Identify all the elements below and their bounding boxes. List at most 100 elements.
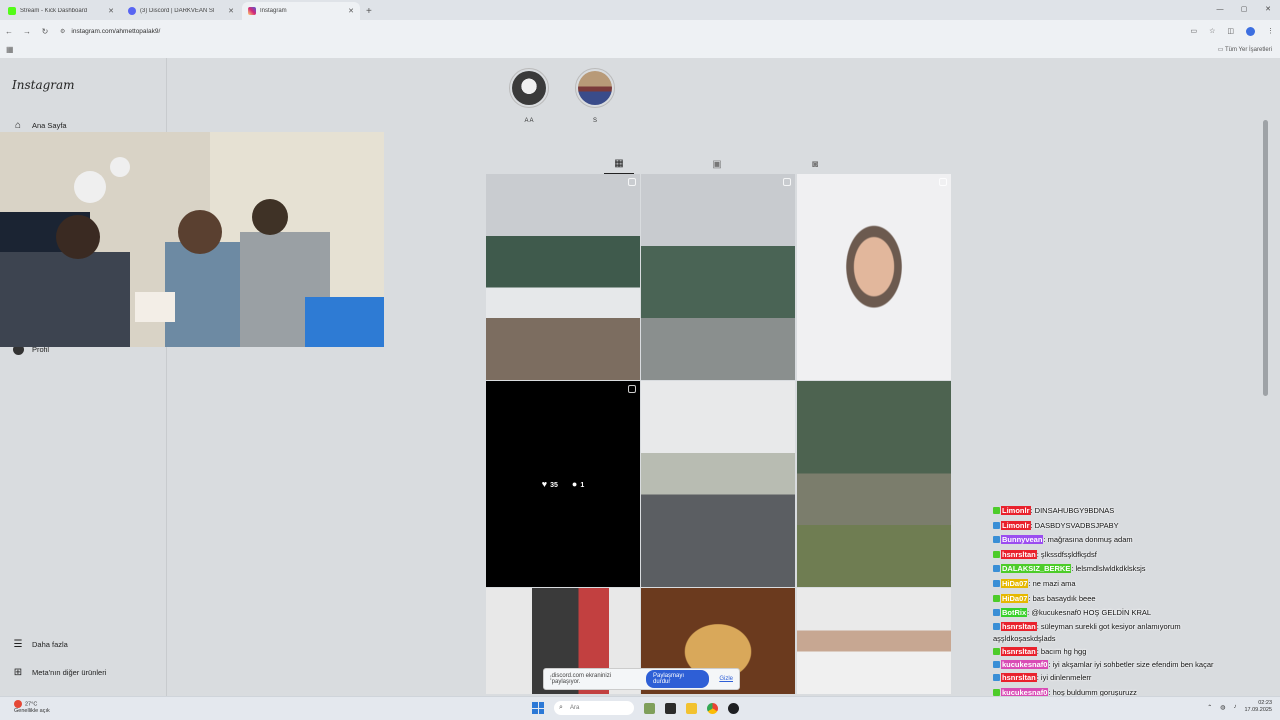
hamburger-menu-icon: ☰ — [13, 638, 23, 650]
kick-favicon-icon — [8, 7, 16, 15]
instagram-logo[interactable]: Instagram — [12, 78, 75, 92]
chat-message: hsnrsltan: süleyman surekli got kesiyor … — [993, 621, 1233, 645]
taskbar-clock[interactable]: 02:23 17.09.2025 — [1244, 700, 1272, 714]
highlight-label: A A — [524, 118, 534, 124]
tab-kick-dashboard[interactable]: Stream - Kick Dashboard ✕ — [2, 2, 120, 20]
page-scrollbar[interactable] — [1263, 120, 1268, 396]
network-icon[interactable]: ◍ — [1220, 704, 1225, 711]
chat-username[interactable]: hsnrsltan — [1001, 621, 1037, 631]
chat-message: DALAKSIZ_BERKE: lelsmdlslwldkdklsksjs — [993, 562, 1233, 577]
url-field[interactable]: ⚙ instagram.com/ahmettopalak9/ — [60, 28, 160, 35]
volume-icon[interactable]: ♪ — [1233, 704, 1236, 710]
profile-avatar[interactable] — [1246, 26, 1255, 36]
chat-username[interactable]: hsnrsltan — [1001, 549, 1037, 559]
story-highlight-s[interactable]: S — [575, 68, 615, 124]
tab-close-icon[interactable]: ✕ — [348, 7, 354, 15]
chat-message: HiDa07: ne mazi ama — [993, 577, 1233, 592]
forward-arrow-icon[interactable]: → — [18, 27, 36, 36]
post-snowy-road[interactable] — [486, 174, 640, 380]
minimize-button[interactable]: — — [1208, 0, 1232, 20]
extensions-icon[interactable]: ◫ — [1227, 27, 1234, 35]
chat-username[interactable]: BotRix — [1001, 608, 1028, 618]
apps-grid-icon[interactable]: ▦ — [6, 45, 14, 54]
tab-reels-icon[interactable]: ▣ — [702, 154, 732, 174]
story-highlight-aa[interactable]: A A — [509, 68, 549, 124]
clock-date: 17.09.2025 — [1244, 707, 1272, 713]
post-group-photo[interactable] — [797, 588, 951, 694]
cast-icon[interactable]: ▭ — [1190, 27, 1197, 35]
nav-home[interactable]: ⌂ Ana Sayfa — [12, 119, 67, 131]
chat-badge-icon — [993, 622, 1000, 630]
highlight-ring — [575, 68, 615, 108]
obs-icon[interactable] — [728, 702, 739, 714]
chat-text: : iyi dinlenmelerr — [1036, 673, 1092, 683]
post-dark-reel[interactable]: ♥ 35 ● 1 — [486, 381, 640, 587]
comment-icon: ● — [571, 479, 578, 489]
chat-username[interactable]: hsnrsltan — [1001, 646, 1037, 656]
tab-instagram[interactable]: Instagram ✕ — [242, 2, 360, 20]
hide-banner-link[interactable]: Gizle — [719, 676, 733, 682]
chat-username[interactable]: Limonlr — [1001, 506, 1031, 515]
chat-badge-icon — [993, 674, 1000, 682]
post-snowy-truck[interactable] — [641, 174, 795, 380]
tab-title: Instagram — [260, 8, 287, 14]
weather-widget[interactable]: 27°C Genellikle açık — [14, 700, 50, 715]
tab-posts-grid-icon[interactable]: ▦ — [604, 154, 634, 174]
chat-text: : @kucukesnaf0 HOŞ GELDİN KRAL — [1027, 608, 1152, 618]
reload-icon[interactable]: ↻ — [36, 27, 54, 36]
post-forest-picnic[interactable] — [797, 381, 951, 587]
system-tray: ⌃ ◍ ♪ 02:23 17.09.2025 — [1207, 700, 1272, 714]
site-info-icon[interactable]: ⚙ — [60, 28, 65, 35]
instagram-favicon-icon — [248, 7, 256, 15]
tab-close-icon[interactable]: ✕ — [228, 7, 234, 15]
bookmark-star-icon[interactable]: ☆ — [1209, 27, 1215, 35]
close-window-button[interactable]: ✕ — [1256, 0, 1280, 20]
task-view-icon[interactable] — [665, 702, 676, 714]
maximize-button[interactable]: ▢ — [1232, 0, 1256, 20]
folder-icon: ▭ — [1217, 47, 1225, 53]
tab-tagged-icon[interactable]: ◙ — [800, 154, 830, 174]
post-car-interior[interactable] — [641, 381, 795, 587]
webcam-overlay — [0, 132, 384, 347]
chat-username[interactable]: Bunnyvean — [1001, 535, 1044, 545]
windows-start-icon[interactable] — [532, 702, 544, 714]
chat-text: : şlkssdfsşldfkşdsf — [1036, 549, 1097, 559]
address-bar: ← → ↻ ⚙ instagram.com/ahmettopalak9/ ▭ ☆… — [0, 20, 1280, 42]
post-hover-stats: ♥ 35 ● 1 — [486, 381, 640, 587]
chat-username[interactable]: HiDa07 — [1001, 578, 1029, 588]
post-family-portrait[interactable] — [797, 174, 951, 380]
chat-badge-icon — [993, 507, 1000, 514]
nav-more[interactable]: ☰ Daha fazla — [12, 638, 68, 650]
chat-username[interactable]: HiDa07 — [1001, 593, 1029, 603]
chat-username[interactable]: kucukesnaf0 — [1001, 660, 1049, 670]
chat-text: : iyi akşamlar iyi sohbetler size efendi… — [1048, 660, 1214, 670]
multi-photo-icon — [783, 178, 791, 186]
chat-username[interactable]: hsnrsltan — [1001, 673, 1037, 683]
chat-username[interactable]: DALAKSIZ_BERKE — [1001, 564, 1072, 574]
new-tab-button[interactable]: + — [366, 6, 372, 17]
chat-badge-icon — [993, 661, 1000, 669]
tab-close-icon[interactable]: ✕ — [108, 7, 114, 15]
chat-badge-icon — [993, 688, 1000, 696]
stop-sharing-button[interactable]: Paylaşmayı durdur — [646, 670, 710, 688]
all-bookmarks-button[interactable]: ▭ Tüm Yer İşaretleri — [1218, 46, 1272, 53]
back-arrow-icon[interactable]: ← — [0, 27, 18, 36]
widgets-icon[interactable] — [644, 702, 655, 714]
weather-icon — [14, 700, 22, 708]
url-text: instagram.com/ahmettopalak9/ — [71, 27, 161, 35]
chat-message: hsnrsltan: bacım hg hgg — [993, 645, 1233, 660]
chat-message: Limonlr: DASBDYSVADBSJPABY — [993, 519, 1233, 534]
multi-photo-icon — [939, 178, 947, 186]
toolbar-right: ▭ ☆ ◫ ⋮ — [1190, 26, 1274, 36]
comment-count: 1 — [580, 482, 585, 489]
tab-title: Stream - Kick Dashboard — [20, 8, 88, 14]
tab-title: (3) Discord | DARKVEAN Sl — [140, 8, 215, 14]
menu-kebab-icon[interactable]: ⋮ — [1267, 27, 1274, 35]
file-explorer-icon[interactable] — [686, 702, 697, 714]
chrome-icon[interactable] — [707, 702, 718, 714]
chat-username[interactable]: Limonlr — [1001, 520, 1031, 530]
tab-discord[interactable]: (3) Discord | DARKVEAN Sl ✕ — [122, 2, 240, 20]
nav-meta-products[interactable]: ⊞ Meta'nın diğer ürünleri — [12, 666, 107, 678]
tray-chevron-icon[interactable]: ⌃ — [1207, 704, 1212, 711]
taskbar-search[interactable]: Ara — [554, 701, 634, 715]
